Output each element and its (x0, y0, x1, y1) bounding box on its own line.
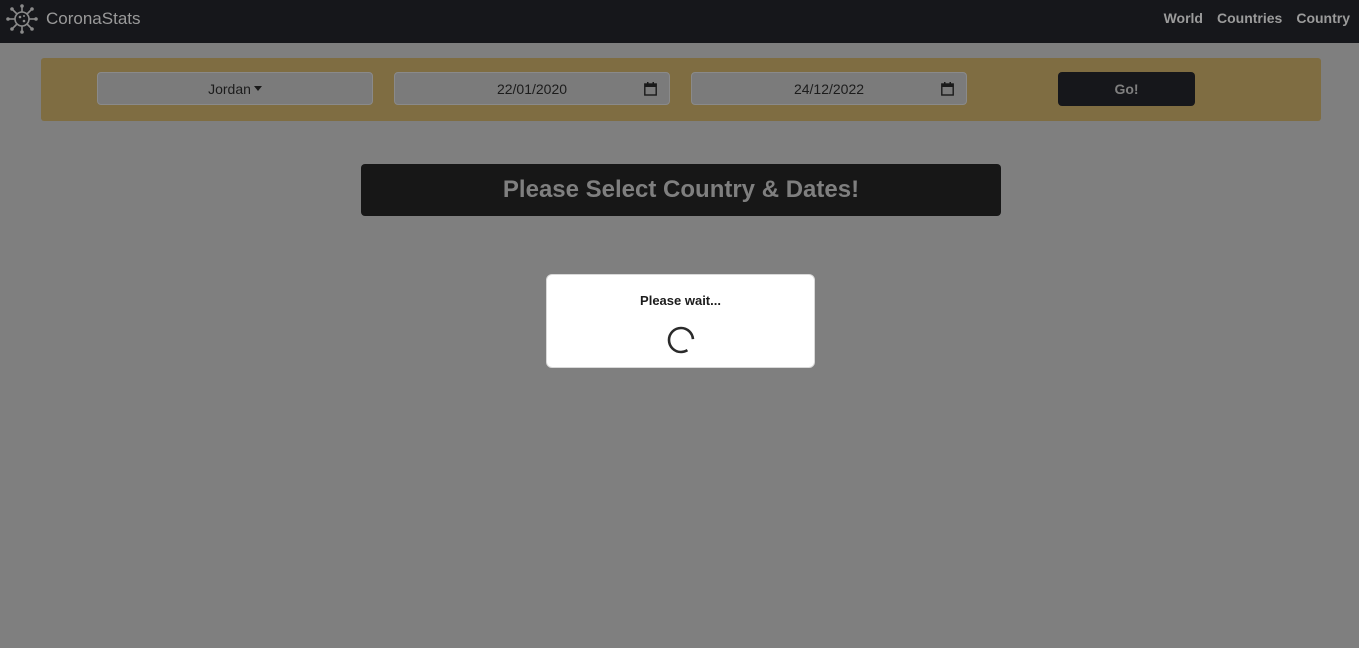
brand-name: CoronaStats (46, 9, 141, 28)
brand[interactable]: CoronaStats (5, 4, 141, 34)
nav-link-country[interactable]: Country (1296, 10, 1350, 26)
filter-bar: Jordan 22/01/2020 24/12/2022 Go! (41, 58, 1321, 121)
country-dropdown[interactable]: Jordan (97, 72, 373, 105)
country-dropdown-value: Jordan (208, 80, 251, 97)
nav-link-countries[interactable]: Countries (1217, 10, 1282, 26)
calendar-icon[interactable] (941, 82, 954, 96)
virus-icon (5, 4, 41, 34)
navbar: CoronaStats World Countries Country (0, 0, 1359, 43)
calendar-icon[interactable] (644, 82, 657, 96)
nav-link-world[interactable]: World (1164, 10, 1203, 26)
go-button[interactable]: Go! (1058, 72, 1195, 106)
nav-links: World Countries Country (1164, 10, 1350, 26)
page-title: Please Select Country & Dates! (361, 164, 1001, 216)
end-date-value: 24/12/2022 (793, 80, 865, 97)
loading-message: Please wait... (640, 293, 721, 308)
caret-down-icon (253, 86, 262, 91)
start-date-input[interactable]: 22/01/2020 (394, 72, 670, 105)
start-date-value: 22/01/2020 (496, 80, 568, 97)
spinner-icon (667, 326, 695, 354)
end-date-input[interactable]: 24/12/2022 (691, 72, 967, 105)
loading-dialog: Please wait... (546, 274, 815, 368)
